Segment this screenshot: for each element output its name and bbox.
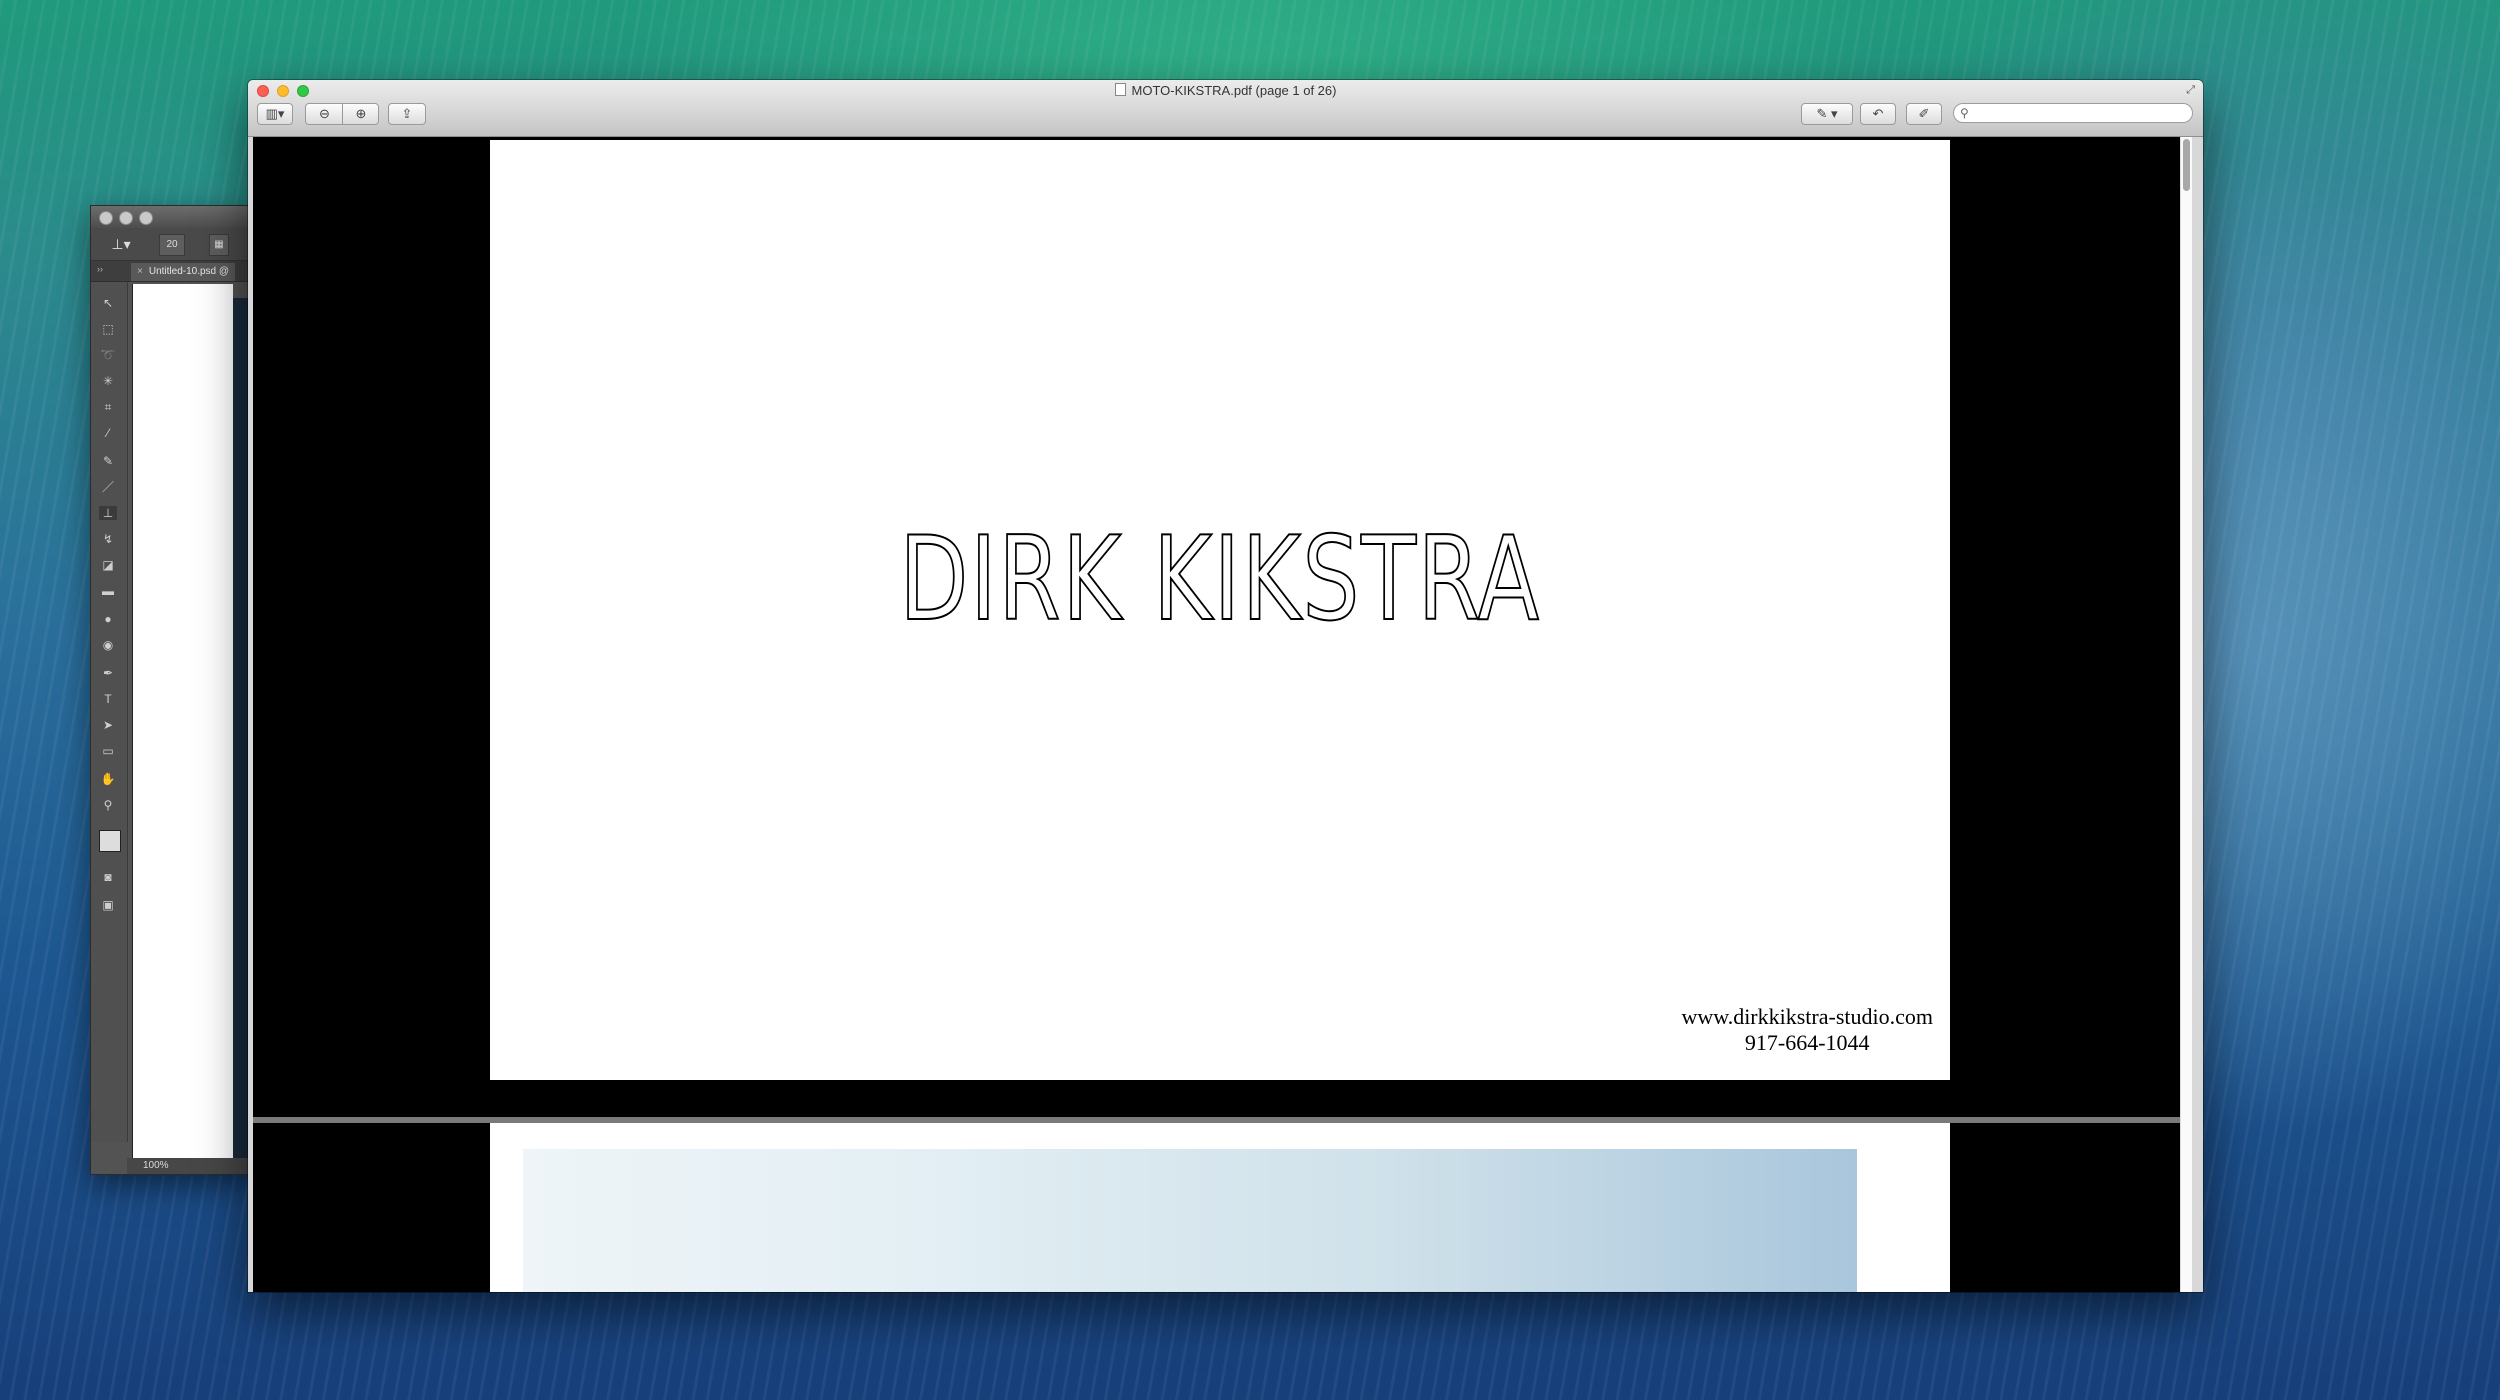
vertical-scrollbar[interactable] [2180,137,2192,1292]
path-select-icon[interactable]: ➤ [99,718,117,732]
annotate-icon: ✎ ▾ [1816,106,1838,121]
history-brush-icon[interactable]: ↯ [99,532,117,546]
preview-window[interactable]: MOTO-KIKSTRA.pdf (page 1 of 26) ⤢ ▥▾ ⊖ ⊕… [248,80,2203,1292]
move-tool-icon[interactable]: ↖ [99,296,117,310]
photoshop-titlebar [91,206,256,228]
photoshop-options-bar: ⊥▾ 20 ▦ [91,228,256,261]
crop-tool-icon[interactable]: ⌗ [99,400,117,414]
close-icon[interactable] [99,211,113,225]
zoom-in-icon: ⊕ [355,106,367,121]
zoom-tool-icon[interactable]: ⚲ [99,798,117,812]
shape-tool-icon[interactable]: ▭ [99,744,117,758]
zoom-icon[interactable] [139,211,153,225]
page-2-photo [523,1149,1857,1292]
fullscreen-icon[interactable]: ⤢ [2186,84,2195,97]
photoshop-status-bar: 100% [127,1158,256,1174]
clone-stamp-icon[interactable]: ⊥▾ [101,234,141,254]
close-tab-icon[interactable]: × [137,266,143,277]
blur-tool-icon[interactable]: ● [99,612,117,626]
document-tab[interactable]: × Untitled-10.psd @ [131,263,236,281]
foreground-color-swatch[interactable] [99,830,121,852]
phone-text: 917-664-1044 [1744,1030,1870,1055]
eyedropper-icon[interactable]: ⁄ [99,426,117,440]
rotate-icon: ↶ [1872,106,1884,121]
search-icon: ⚲ [1960,106,1969,120]
window-title-text: MOTO-KIKSTRA.pdf (page 1 of 26) [1131,83,1337,98]
type-tool-icon[interactable]: T [99,692,117,706]
annotate-button[interactable]: ✎ ▾ [1801,103,1853,125]
pdf-page-1[interactable]: DIRK KIKSTRA www.dirkkikstra-studio.com … [490,140,1950,1080]
share-icon: ⇪ [401,106,413,121]
photoshop-toolbar: ↖ ⬚ ➰ ✳ ⌗ ⁄ ✎ ／ ⊥ ↯ ◪ ▬ ● ◉ ✒ T ➤ ▭ ✋ ⚲ … [91,282,128,1142]
screen-mode-icon[interactable]: ▣ [99,898,117,912]
gradient-tool-icon[interactable]: ▬ [99,584,117,598]
brush-size-picker[interactable]: 20 [159,234,185,256]
website-text: www.dirkkikstra-studio.com [1681,1004,1933,1029]
page-1-band: DIRK KIKSTRA www.dirkkikstra-studio.com … [253,137,2192,1117]
clone-stamp-tool-icon[interactable]: ⊥ [99,506,117,520]
panel-collapse-icon[interactable]: ›› [97,264,103,274]
zoom-level: 100% [143,1160,169,1171]
toggle-brush-panel-icon[interactable]: ▦ [209,234,229,256]
page-2-band [253,1123,2192,1292]
zoom-in-button[interactable]: ⊕ [343,104,379,124]
window-title: MOTO-KIKSTRA.pdf (page 1 of 26) [248,82,2203,100]
dodge-tool-icon[interactable]: ◉ [99,638,117,652]
document-view[interactable]: DIRK KIKSTRA www.dirkkikstra-studio.com … [253,137,2192,1292]
contact-block: www.dirkkikstra-studio.com 917-664-1044 [1681,1004,1933,1056]
pen-tool-icon[interactable]: ✒ [99,666,117,680]
brush-tool-icon[interactable]: ／ [99,480,117,494]
share-button[interactable]: ⇪ [388,103,426,125]
rotate-button[interactable]: ↶ [1860,103,1896,125]
hand-tool-icon[interactable]: ✋ [99,772,117,786]
zoom-out-icon: ⊖ [319,106,330,121]
pdf-page-2[interactable] [490,1123,1950,1292]
scroll-thumb[interactable] [2183,139,2190,191]
photoshop-window[interactable]: ⊥▾ 20 ▦ ›› × Untitled-10.psd @ ↖ ⬚ ➰ ✳ ⌗ … [90,205,257,1175]
quick-mask-icon[interactable]: ◙ [99,870,117,884]
zoom-control: ⊖ ⊕ [305,103,379,125]
search-input[interactable] [1976,105,2185,123]
zoom-out-button[interactable]: ⊖ [306,104,343,124]
minimize-icon[interactable] [119,211,133,225]
document-tab-label: Untitled-10.psd @ [148,266,230,277]
document-heading: DIRK KIKSTRA [898,512,1541,647]
edit-toolbar-button[interactable]: ✐ [1906,103,1942,125]
search-field[interactable]: ⚲ [1953,103,2193,123]
pdf-document-icon [1114,83,1126,96]
marquee-tool-icon[interactable]: ⬚ [99,322,117,336]
preview-titlebar: MOTO-KIKSTRA.pdf (page 1 of 26) ⤢ ▥▾ ⊖ ⊕… [248,80,2203,137]
eraser-icon[interactable]: ◪ [99,558,117,572]
photoshop-canvas[interactable] [132,284,233,1158]
healing-brush-icon[interactable]: ✎ [99,454,117,468]
photoshop-tabbar: ›› × Untitled-10.psd @ [91,261,256,282]
edit-icon: ✐ [1918,106,1930,121]
lasso-tool-icon[interactable]: ➰ [99,348,117,362]
magic-wand-icon[interactable]: ✳ [99,374,117,388]
sidebar-icon: ▥▾ [265,106,285,121]
sidebar-view-button[interactable]: ▥▾ [257,103,293,125]
